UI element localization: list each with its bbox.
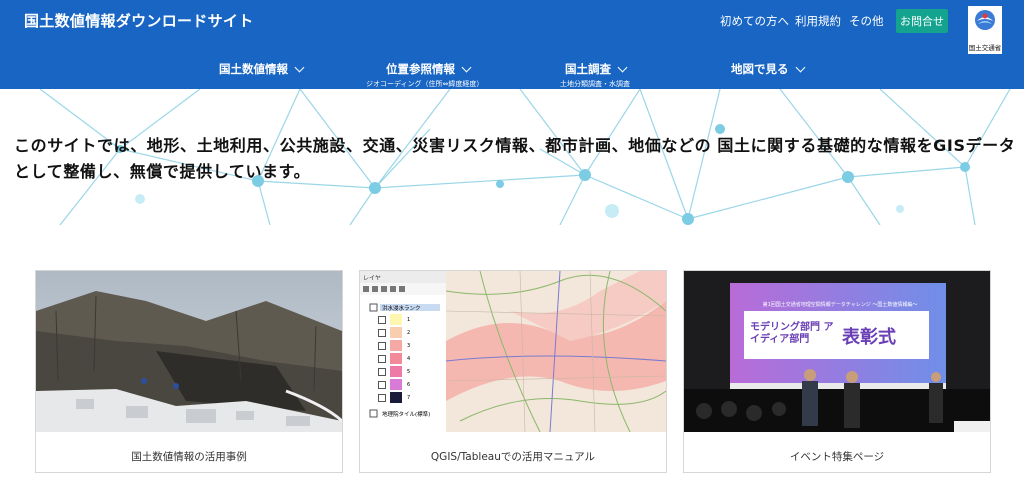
card-caption: イベント特集ページ [789,451,885,463]
mlit-logo[interactable]: 国土交通省 [968,6,1002,54]
legend-class-label: 2 [407,329,411,336]
hero-banner: このサイトでは、地形、土地利用、公共施設、交通、災害リスク情報、都市計画、地価な… [0,89,1024,225]
legend-class-label: 5 [407,368,411,375]
legend-class-label: 4 [407,355,411,362]
card-qgis-manual[interactable]: レイヤ 洪水浸水ランク 1 2 3 4 5 6 7 地理院タイル(標準) QGI… [359,270,667,473]
legend-class-label: 6 [407,381,411,388]
hero-line-2: として整備し、無償で提供しています。 [14,162,311,181]
event-banner-main: モデリング部門 アイディア部門 [750,322,834,345]
nav-label: 地図で見る [731,62,789,76]
site-title[interactable]: 国土数値情報ダウンロードサイト [24,10,254,31]
contact-button[interactable]: お問合せ [896,9,948,33]
card-caption: 国土数値情報の活用事例 [131,451,247,463]
nav-label: 位置参照情報 [386,62,455,76]
card-event-page[interactable]: 第1回国土交通省地理空間情報データチャレンジ ～国土数値情報編～ モデリング部門… [683,270,991,473]
top-link-other[interactable]: その他 [849,13,884,29]
event-banner-big: 表彰式 [842,327,896,348]
nav-sublabel: ジオコーディング（住所⇔緯度経度） [366,80,484,88]
nav-label: 国土数値情報 [219,62,288,76]
chevron-down-icon [617,62,628,72]
landslide-photo [36,271,342,432]
award-ceremony-photo: 第1回国土交通省地理空間情報データチャレンジ ～国土数値情報編～ モデリング部門… [684,271,990,432]
legend-class-label: 7 [407,394,411,401]
nav-ichi-sansho[interactable]: 位置参照情報 ジオコーディング（住所⇔緯度経度） [366,61,483,89]
legend-class-label: 1 [407,316,411,323]
chevron-down-icon [461,62,472,72]
hero-description: このサイトでは、地形、土地利用、公共施設、交通、災害リスク情報、都市計画、地価な… [14,133,1024,185]
card-case-studies[interactable]: 国土数値情報の活用事例 [35,270,343,473]
logo-text: 国土交通省 [968,44,1002,52]
chevron-down-icon [294,62,305,72]
flood-rank-legend: 1 2 3 4 5 6 7 [378,313,410,404]
site-header: 国土数値情報ダウンロードサイト 初めての方へ 利用規約 その他 お問合せ 国土交… [0,0,1024,89]
card-caption: QGIS/Tableauでの活用マニュアル [430,451,596,463]
top-link-beginners[interactable]: 初めての方へ [720,13,789,29]
chevron-down-icon [795,62,805,72]
nav-kokudo-chousa[interactable]: 国土調査 土地分類調査・水調査 [560,61,630,89]
legend-class-label: 3 [407,342,411,349]
nav-sublabel: 土地分類調査・水調査 [560,80,630,88]
layer-gsi-tile: 地理院タイル(標準) [382,412,431,418]
layers-panel-title: レイヤ [363,275,381,282]
nav-label: 国土調査 [565,62,611,76]
layer-flood-rank: 洪水浸水ランク [382,306,421,312]
event-banner-small: 第1回国土交通省地理空間情報データチャレンジ ～国土数値情報編～ [762,302,918,308]
top-link-terms[interactable]: 利用規約 [795,13,841,29]
mlit-logo-icon [975,10,995,30]
nav-kokudo-suuchi[interactable]: 国土数値情報 [219,61,305,77]
hero-line-1: このサイトでは、地形、土地利用、公共施設、交通、災害リスク情報、都市計画、地価な… [14,136,1016,155]
nav-map-view[interactable]: 地図で見る [731,61,805,77]
qgis-screenshot: レイヤ 洪水浸水ランク 1 2 3 4 5 6 7 地理院タイル(標準) [360,271,666,432]
